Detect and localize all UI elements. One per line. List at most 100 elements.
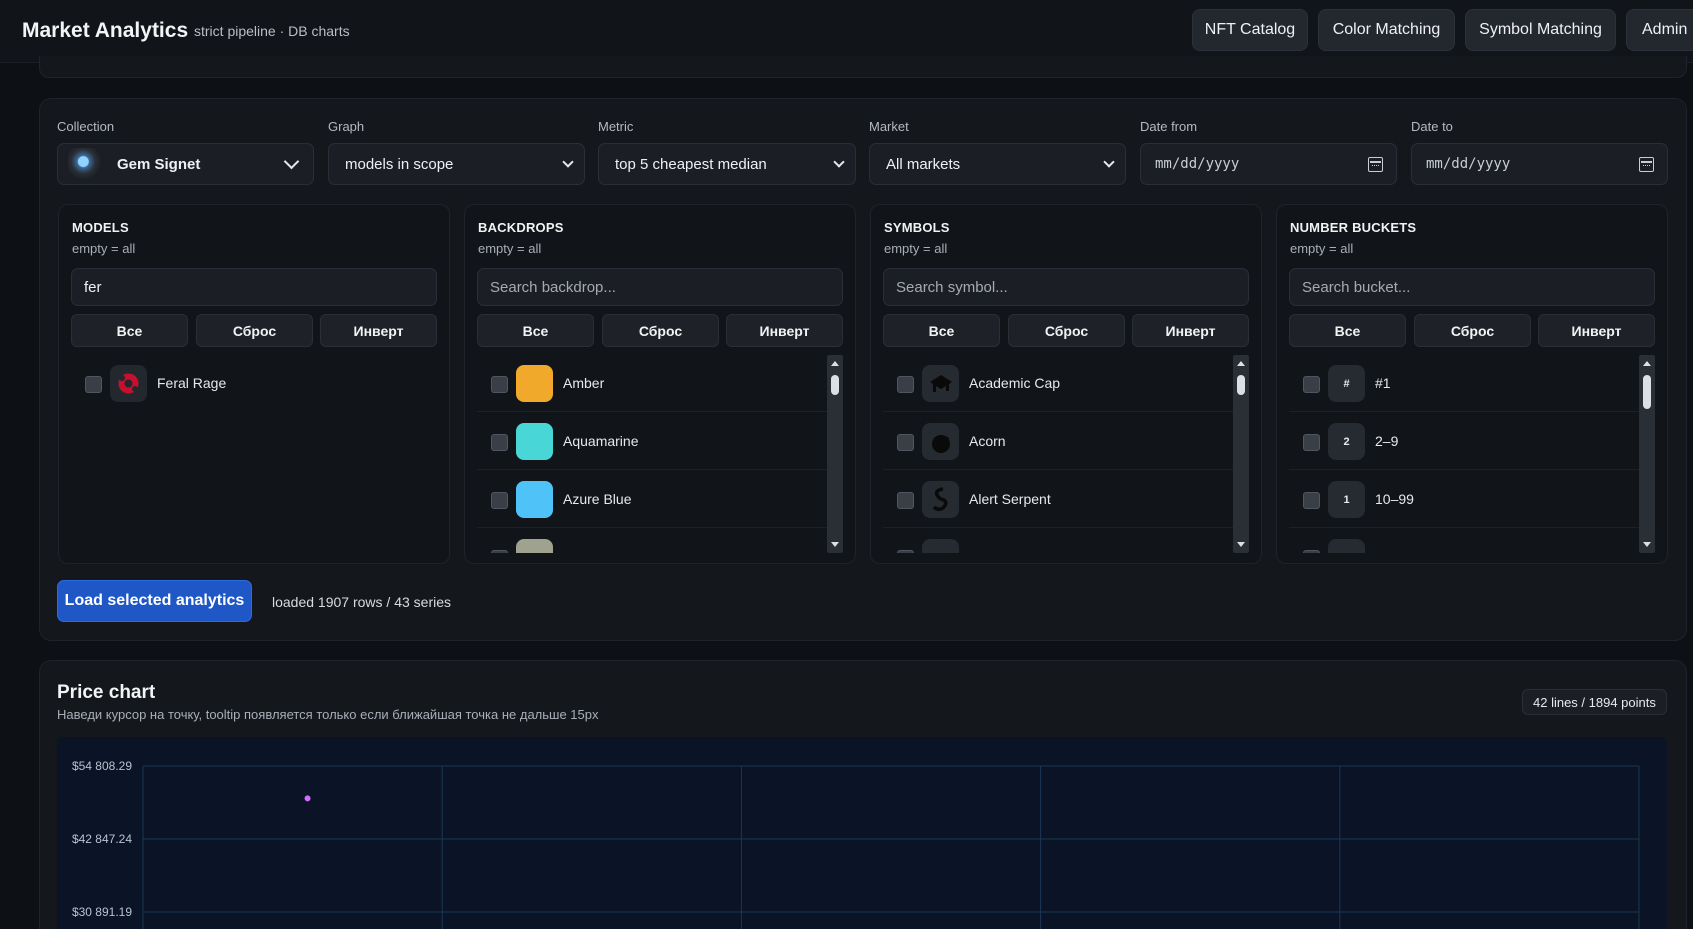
buckets-search-input[interactable] [1289,268,1655,306]
scrollbar-thumb[interactable] [1643,375,1651,409]
scrollbar[interactable] [827,355,843,553]
checkbox[interactable] [897,376,914,393]
checkbox[interactable] [491,550,508,553]
scroll-up-icon[interactable] [1237,361,1245,366]
bucket-badge: 1 [1328,481,1365,518]
list-item[interactable]: 1 10–99 [1289,471,1639,528]
serpent-icon [922,481,959,518]
models-search-input[interactable] [71,268,437,306]
list-item[interactable] [477,529,827,553]
load-status: loaded 1907 rows / 43 series [272,594,451,610]
list-item-label: Feral Rage [157,375,227,391]
scroll-up-icon[interactable] [1643,361,1651,366]
symbols-reset-button[interactable]: Сброс [1008,314,1125,347]
list-item-label: Aquamarine [563,433,639,449]
checkbox[interactable] [1303,434,1320,451]
scroll-down-icon[interactable] [831,542,839,547]
backdrops-title: BACKDROPS [478,220,564,235]
aquamarine-swatch [516,423,553,460]
models-all-button[interactable]: Все [71,314,188,347]
metric-value: top 5 cheapest median [615,155,767,173]
calendar-icon[interactable] [1368,157,1383,172]
scrollbar-thumb[interactable] [1237,375,1245,395]
checkbox[interactable] [1303,550,1320,553]
checkbox[interactable] [1303,492,1320,509]
checkbox[interactable] [1303,376,1320,393]
backdrops-panel: BACKDROPS empty = all Все Сброс Инверт A… [464,204,856,564]
list-item-label: Azure Blue [563,491,632,507]
backdrops-all-button[interactable]: Все [477,314,594,347]
amber-swatch [516,365,553,402]
models-invert-button[interactable]: Инверт [320,314,437,347]
buckets-list: # #1 2 2–9 1 10–99 [1289,355,1655,553]
checkbox[interactable] [897,550,914,553]
number-buckets-panel: NUMBER BUCKETS empty = all Все Сброс Инв… [1276,204,1668,564]
list-item[interactable]: 2 2–9 [1289,413,1639,470]
checkbox[interactable] [897,492,914,509]
calendar-icon[interactable] [1639,157,1654,172]
symbols-all-button[interactable]: Все [883,314,1000,347]
feral-rage-icon [110,365,147,402]
list-item[interactable] [1289,529,1639,553]
backdrops-search-input[interactable] [477,268,843,306]
graph-value: models in scope [345,155,454,173]
date-to-value: mm/dd/yyyy [1426,156,1511,172]
scroll-down-icon[interactable] [1237,542,1245,547]
list-item[interactable]: Aquamarine [477,413,827,470]
graph-select[interactable]: models in scope [328,143,585,185]
list-item-label: 10–99 [1375,491,1414,507]
list-item[interactable] [883,529,1233,553]
list-item[interactable]: # #1 [1289,355,1639,412]
nav-nft-catalog-button[interactable]: NFT Catalog [1192,9,1308,51]
y-tick-label: $42 847.24 [72,832,132,846]
list-item-label: #1 [1375,375,1391,391]
load-analytics-button[interactable]: Load selected analytics [57,580,252,622]
market-select[interactable]: All markets [869,143,1126,185]
checkbox[interactable] [491,376,508,393]
nav-admin-button[interactable]: Admin [1626,9,1693,51]
buckets-invert-button[interactable]: Инверт [1538,314,1655,347]
symbols-search-input[interactable] [883,268,1249,306]
backdrops-reset-button[interactable]: Сброс [602,314,719,347]
checkbox[interactable] [491,434,508,451]
list-item[interactable]: Academic Cap [883,355,1233,412]
list-item[interactable]: Alert Serpent [883,471,1233,528]
list-item-label: Academic Cap [969,375,1061,391]
bucket-badge: # [1328,365,1365,402]
symbols-invert-button[interactable]: Инверт [1132,314,1249,347]
metric-select[interactable]: top 5 cheapest median [598,143,856,185]
scrollbar-thumb[interactable] [831,375,839,395]
buckets-hint: empty = all [1290,241,1354,256]
list-item[interactable]: Azure Blue [477,471,827,528]
scroll-down-icon[interactable] [1643,542,1651,547]
price-chart[interactable]: $54 808.29 $42 847.24 $30 891.19 [57,737,1667,929]
backdrops-invert-button[interactable]: Инверт [726,314,843,347]
list-item[interactable]: Acorn [883,413,1233,470]
checkbox[interactable] [897,434,914,451]
date-to-label: Date to [1411,119,1453,134]
buckets-reset-button[interactable]: Сброс [1414,314,1531,347]
chevron-down-icon [283,153,300,170]
nav-color-matching-button[interactable]: Color Matching [1318,9,1455,51]
scrollbar[interactable] [1639,355,1655,553]
collection-select[interactable]: Gem Signet [57,143,314,185]
scroll-up-icon[interactable] [831,361,839,366]
models-reset-button[interactable]: Сброс [196,314,313,347]
graph-label: Graph [328,119,365,134]
list-item[interactable]: Feral Rage [71,355,421,412]
date-to-input[interactable]: mm/dd/yyyy [1411,143,1668,185]
nav-symbol-matching-button[interactable]: Symbol Matching [1465,9,1616,51]
buckets-all-button[interactable]: Все [1289,314,1406,347]
scrollbar[interactable] [1233,355,1249,553]
market-label: Market [869,119,909,134]
checkbox[interactable] [491,492,508,509]
checkbox[interactable] [85,376,102,393]
date-from-input[interactable]: mm/dd/yyyy [1140,143,1397,185]
y-tick-label: $54 808.29 [72,759,132,773]
symbols-panel: SYMBOLS empty = all Все Сброс Инверт Aca… [870,204,1262,564]
backdrop-swatch [516,539,553,553]
chart-svg[interactable]: $54 808.29 $42 847.24 $30 891.19 [57,737,1667,929]
list-item[interactable]: Amber [477,355,827,412]
data-point[interactable] [304,795,311,802]
chart-title: Price chart [57,682,156,703]
